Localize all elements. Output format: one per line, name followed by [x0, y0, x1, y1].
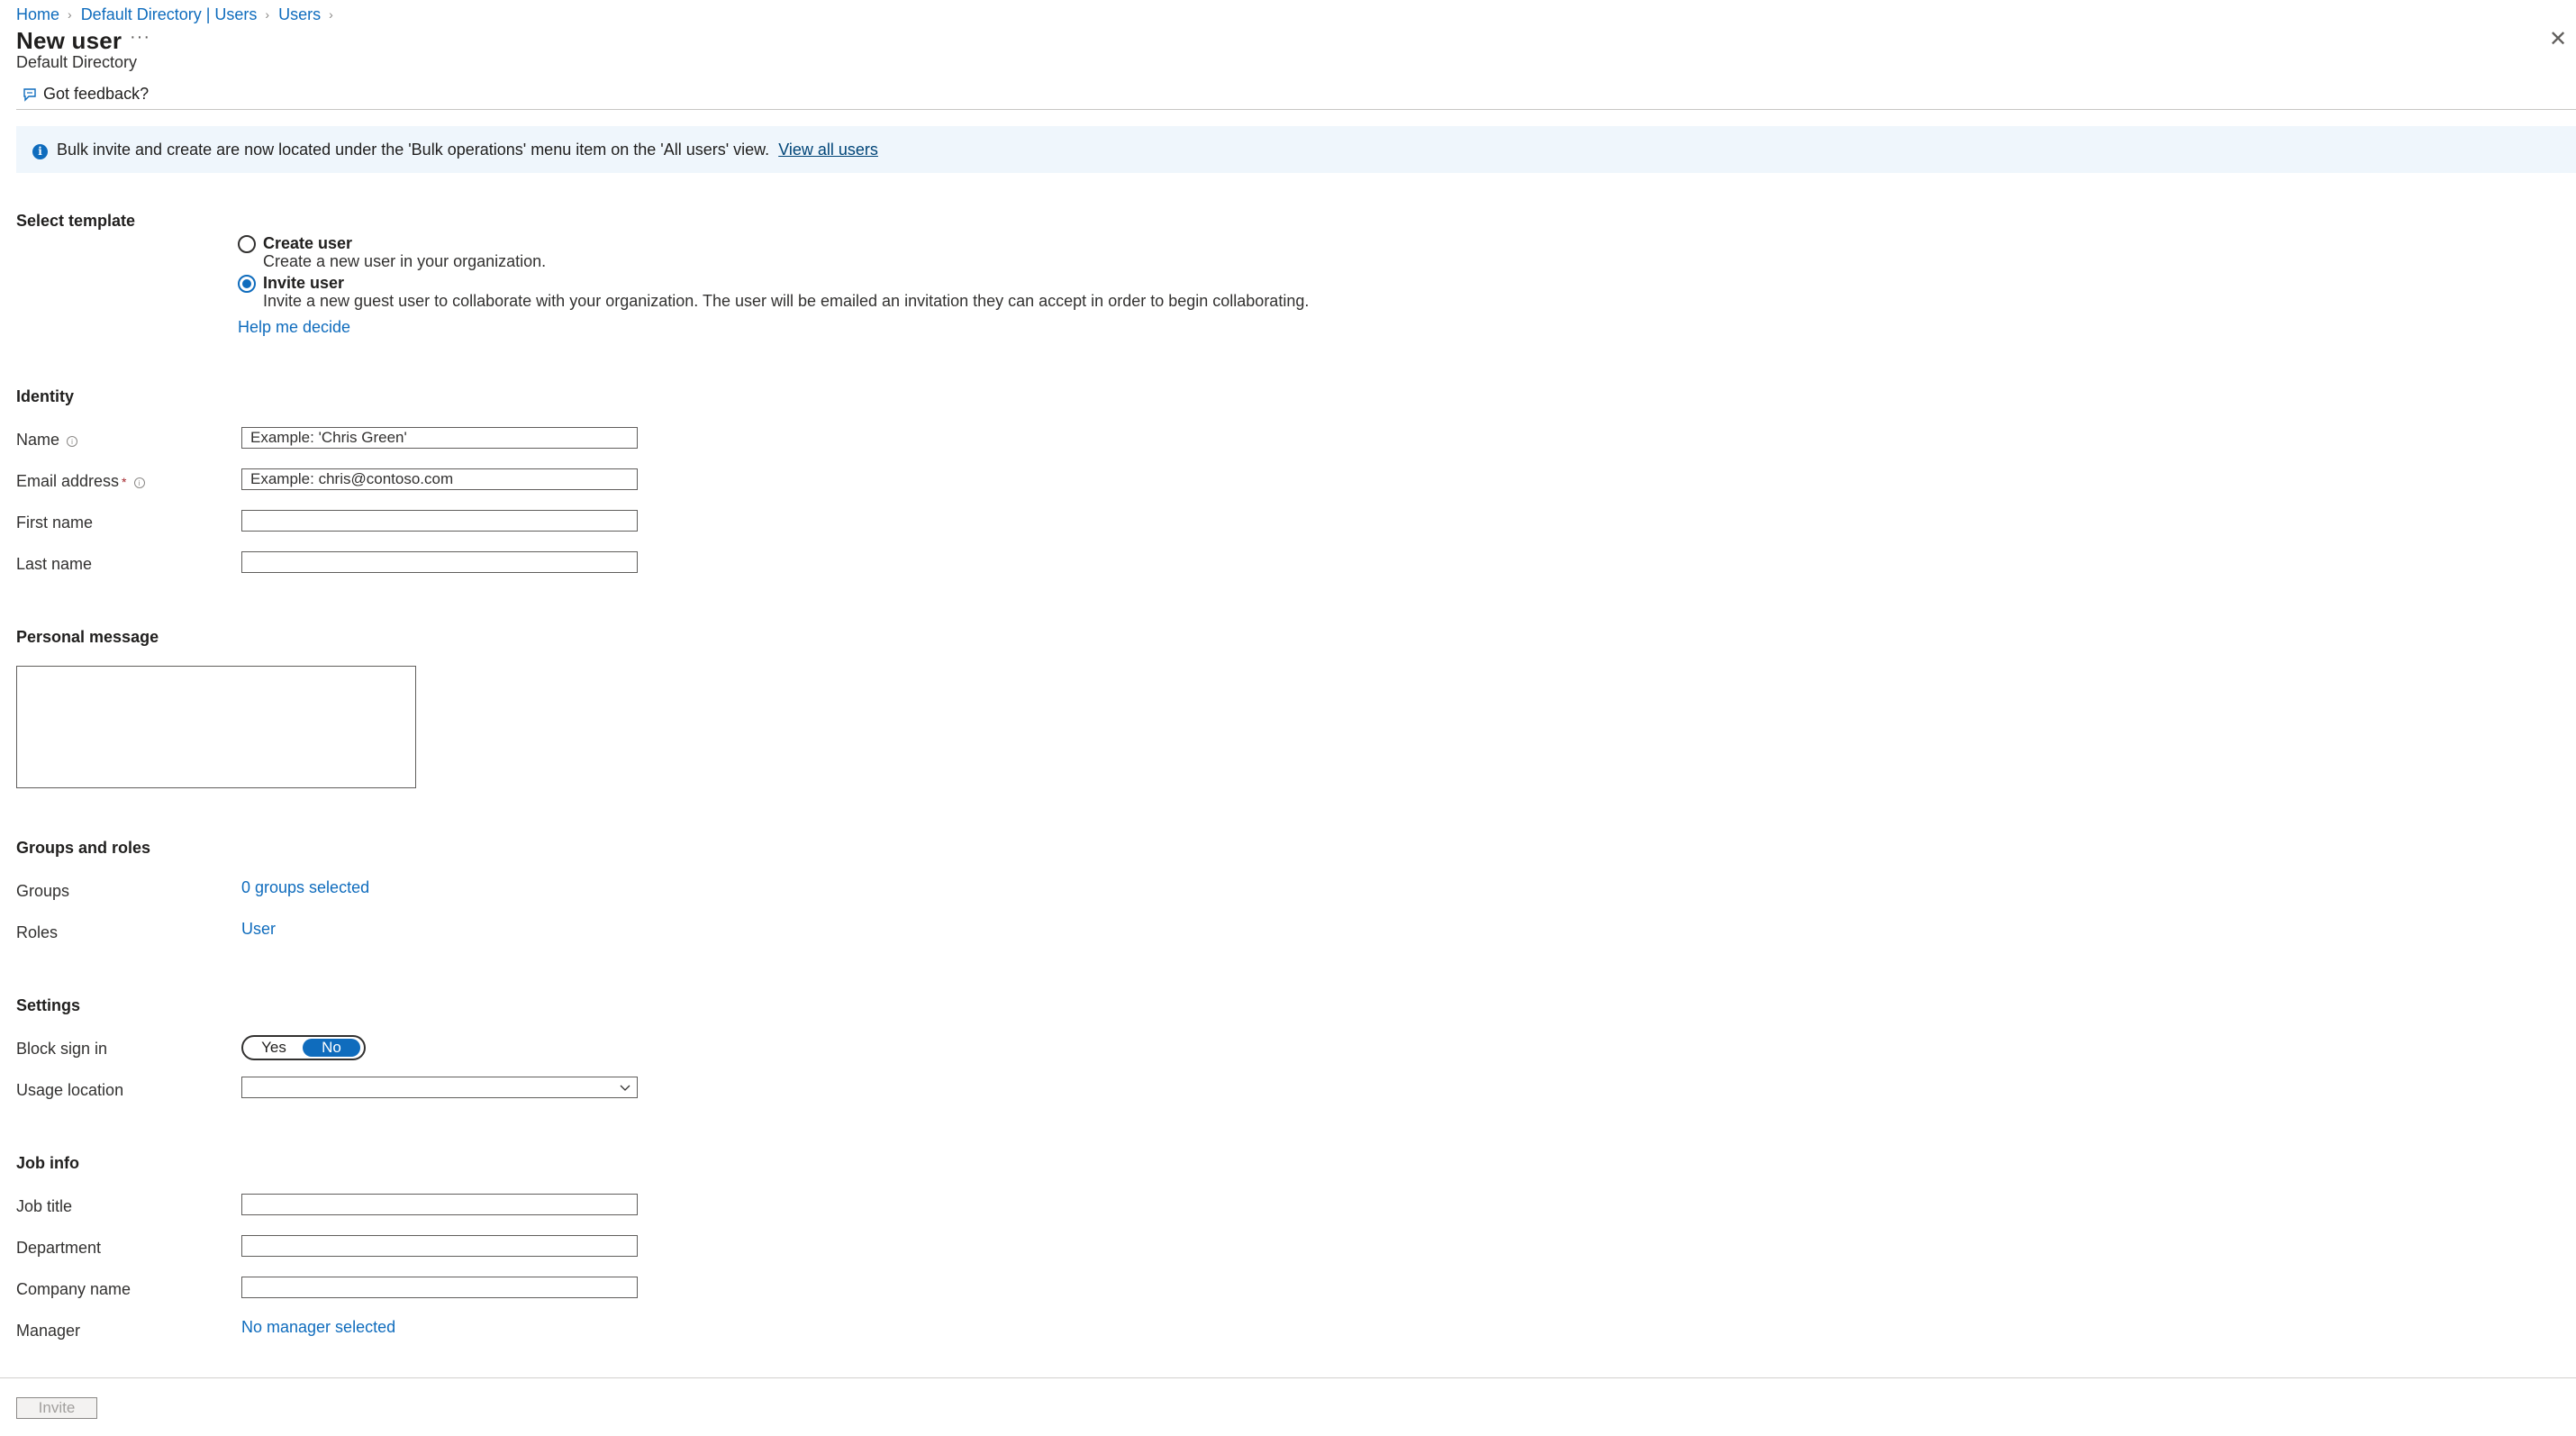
name-label-row: Name i	[16, 431, 78, 450]
more-options-icon[interactable]: ···	[130, 27, 150, 48]
breadcrumb-home[interactable]: Home	[16, 5, 59, 24]
job-info-heading: Job info	[16, 1154, 79, 1172]
breadcrumb-directory-users[interactable]: Default Directory | Users	[81, 5, 258, 24]
invite-user-desc: Invite a new guest user to collaborate w…	[263, 292, 1310, 310]
breadcrumb: Home › Default Directory | Users › Users…	[16, 4, 342, 25]
toolbar-divider	[16, 109, 2576, 110]
chevron-down-icon	[620, 1085, 630, 1091]
first-name-input[interactable]	[241, 510, 638, 532]
create-user-title: Create user	[263, 234, 353, 252]
company-name-label: Company name	[16, 1280, 132, 1298]
info-icon: i	[32, 143, 48, 159]
feedback-icon	[23, 87, 36, 102]
manager-selection-link[interactable]: No manager selected	[241, 1318, 395, 1337]
roles-label: Roles	[16, 923, 59, 941]
job-title-input[interactable]	[241, 1194, 638, 1215]
invite-user-title: Invite user	[263, 274, 345, 292]
identity-heading: Identity	[16, 387, 75, 405]
page-title: New user	[16, 27, 122, 54]
manager-label: Manager	[16, 1322, 81, 1340]
groups-roles-heading: Groups and roles	[16, 839, 151, 857]
groups-label: Groups	[16, 882, 70, 900]
usage-location-select[interactable]	[241, 1077, 638, 1098]
name-label: Name	[16, 431, 60, 449]
chevron-right-icon: ›	[68, 7, 72, 22]
select-template-heading: Select template	[16, 212, 136, 230]
first-name-label: First name	[16, 514, 94, 532]
info-circle-icon: i	[67, 436, 78, 447]
close-icon[interactable]: ✕	[2549, 29, 2567, 50]
feedback-button[interactable]: Got feedback?	[22, 85, 149, 104]
email-label: Email address	[16, 472, 120, 490]
info-banner: i Bulk invite and create are now located…	[16, 126, 2576, 173]
email-label-row: Email address * i	[16, 472, 145, 491]
personal-message-heading: Personal message	[16, 628, 159, 646]
invite-button[interactable]: Invite	[16, 1397, 97, 1419]
page-subtitle: Default Directory	[16, 53, 138, 71]
create-user-radio[interactable]	[238, 235, 256, 253]
roles-selection-link[interactable]: User	[241, 920, 276, 939]
feedback-label: Got feedback?	[43, 85, 150, 103]
email-input[interactable]	[241, 468, 638, 490]
name-input[interactable]	[241, 427, 638, 449]
view-all-users-link[interactable]: View all users	[778, 141, 878, 159]
invite-user-radio[interactable]	[238, 275, 256, 293]
chevron-right-icon: ›	[329, 7, 333, 22]
personal-message-textarea[interactable]	[16, 666, 416, 788]
create-user-option[interactable]: Create user Create a new user in your or…	[238, 234, 546, 270]
required-asterisk: *	[122, 474, 127, 489]
usage-location-label: Usage location	[16, 1081, 124, 1099]
toggle-no-option[interactable]: No	[303, 1039, 360, 1057]
banner-text: Bulk invite and create are now located u…	[57, 140, 770, 159]
last-name-label: Last name	[16, 555, 93, 573]
breadcrumb-users[interactable]: Users	[278, 5, 321, 24]
chevron-right-icon: ›	[265, 7, 270, 22]
invite-user-option[interactable]: Invite user Invite a new guest user to c…	[238, 274, 1309, 310]
company-name-input[interactable]	[241, 1277, 638, 1298]
last-name-input[interactable]	[241, 551, 638, 573]
create-user-desc: Create a new user in your organization.	[263, 252, 547, 270]
job-title-label: Job title	[16, 1197, 73, 1215]
department-label: Department	[16, 1239, 102, 1257]
department-input[interactable]	[241, 1235, 638, 1257]
block-sign-in-label: Block sign in	[16, 1040, 108, 1058]
groups-selection-link[interactable]: 0 groups selected	[241, 878, 369, 897]
block-sign-in-toggle[interactable]: Yes No	[241, 1035, 366, 1060]
settings-heading: Settings	[16, 996, 81, 1014]
help-me-decide-link[interactable]: Help me decide	[238, 318, 350, 337]
info-circle-icon: i	[133, 477, 145, 488]
toggle-yes-option[interactable]: Yes	[245, 1039, 303, 1057]
footer-divider	[0, 1377, 2576, 1378]
